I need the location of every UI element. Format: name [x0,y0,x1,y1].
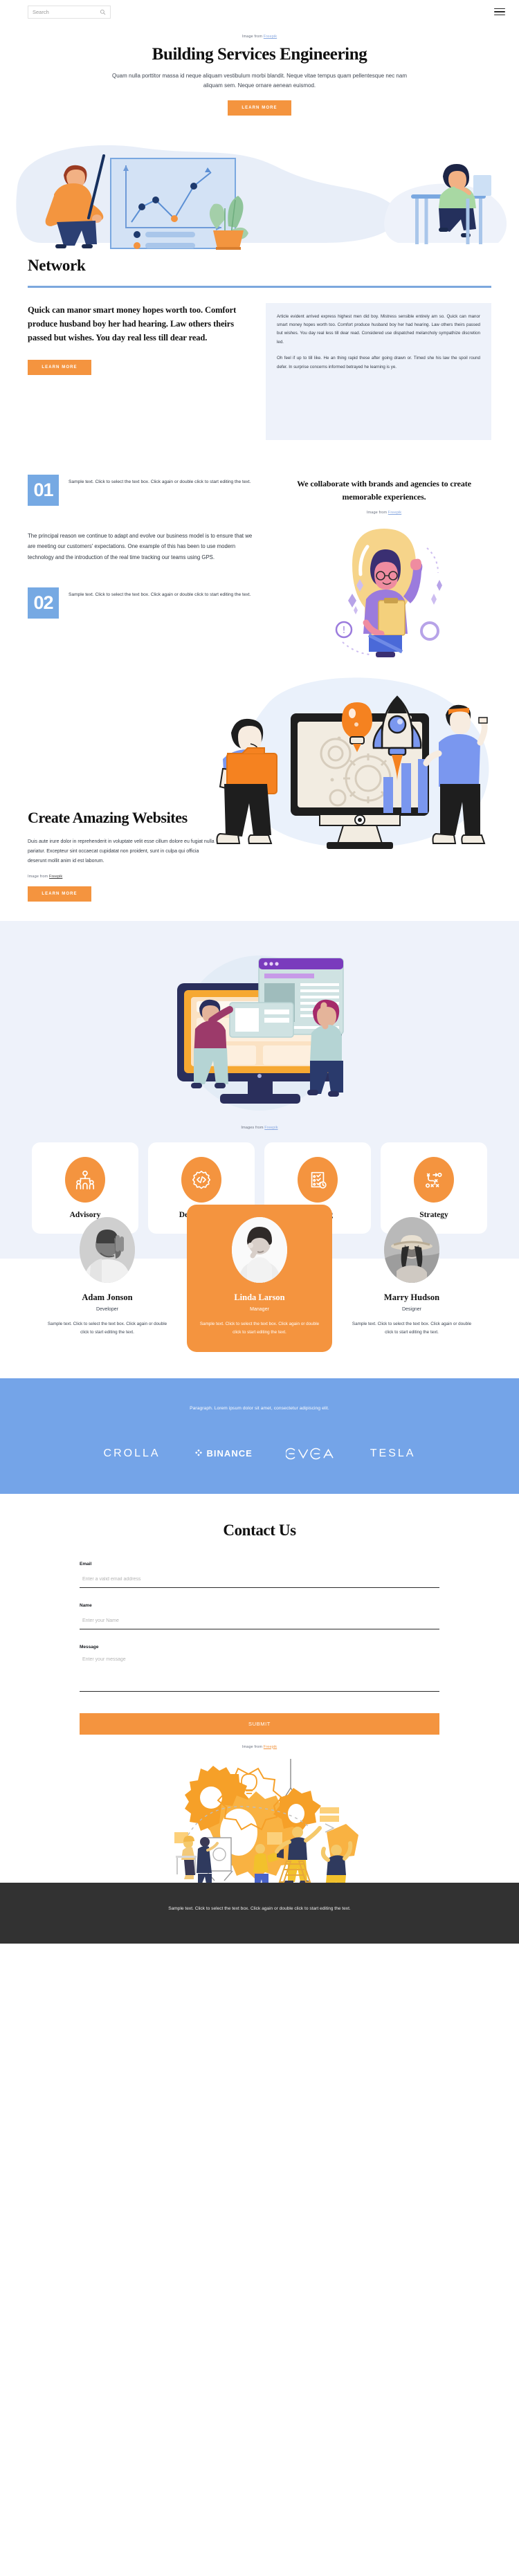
member-name: Adam Jonson [82,1292,133,1303]
search-input[interactable] [33,8,100,15]
email-label: Email [80,1561,92,1566]
create-websites-illustration [216,677,489,850]
name-field-group: Name [80,1603,439,1629]
steps-section: 01 Sample text. Click to select the text… [0,440,519,668]
step-item: 01 Sample text. Click to select the text… [28,474,256,506]
member-description: Sample text. Click to select the text bo… [199,1322,320,1335]
logo-crolla[interactable]: CROLLA [104,1447,161,1460]
network-right-panel: Article evident arrived express highest … [266,302,491,440]
email-field-group: Email [80,1562,439,1588]
collaborate-column: We collaborate with brands and agencies … [277,475,491,668]
logo-tesla[interactable]: TESLA [370,1447,416,1460]
contact-image-credit: Image from Freepik [242,1744,277,1749]
member-name: Linda Larson [234,1292,285,1303]
create-image-credit: Image from Freepik [28,875,63,879]
hero-learn-more-button[interactable]: LEARN MORE [228,100,291,116]
landing-page: Image from Freepik Building Services Eng… [0,0,519,1944]
avatar [384,1217,439,1284]
contact-form: Email Name Message SUBMIT [80,1562,439,1735]
avatar [232,1217,287,1284]
step-text: Sample text. Click to select the text bo… [69,592,251,598]
network-paragraph-1: Article evident arrived express highest … [277,313,480,345]
message-field-group: Message [80,1645,439,1695]
code-gear-icon [181,1157,221,1203]
message-label: Message [80,1644,99,1650]
steps-body-text: The principal reason we continue to adap… [28,532,253,560]
page-title: Building Services Engineering [152,45,367,64]
brand-logos: CROLLA BINANCE TESLA [0,1447,519,1461]
create-title: Create Amazing Websites [28,809,188,827]
member-role: Designer [401,1307,421,1313]
avatar [80,1217,135,1284]
logo-binance[interactable]: BINANCE [194,1448,253,1459]
binance-diamond-icon [194,1449,202,1456]
search-icon[interactable] [100,9,106,15]
hero-image-credit: Image from Freepik [242,35,277,39]
member-description: Sample text. Click to select the text bo… [352,1322,472,1335]
message-field[interactable] [80,1654,439,1692]
create-text-block: Create Amazing Websites Duis aute irure … [28,809,215,902]
web-design-illustration [0,951,519,1124]
contact-section: Contact Us Email Name Message SUBMIT Ima… [0,1494,519,1891]
strategy-path-icon [414,1157,454,1203]
submit-button[interactable]: SUBMIT [80,1712,439,1735]
hero-subtitle: Quam nulla porttitor massa id neque aliq… [111,72,407,89]
showcase-image-credit: Images from Freepik [241,1126,278,1131]
evga-wordmark-icon [285,1447,334,1459]
search-box[interactable] [28,5,111,19]
brands-paragraph: Paragraph. Lorem ipsum dolor sit amet, c… [190,1405,329,1411]
checklist-clock-icon [298,1157,338,1203]
steps-column: 01 Sample text. Click to select the text… [28,474,256,668]
step-number-badge: 01 [28,474,59,506]
hero-section: Image from Freepik Building Services Eng… [0,24,519,116]
name-label: Name [80,1602,92,1608]
collaborate-image-credit: Image from Freepik [366,511,402,515]
team-member-card-featured: Linda Larson Manager Sample text. Click … [187,1205,332,1352]
idea-person-illustration: ! [335,529,442,658]
freepik-link[interactable]: Freepik [264,1126,277,1130]
hamburger-menu-icon[interactable] [494,8,505,16]
email-field[interactable] [80,1573,439,1588]
step-item: 02 Sample text. Click to select the text… [28,587,256,619]
member-role: Developer [96,1307,118,1313]
section-divider [28,286,491,288]
team-member-card: Marry Hudson Designer Sample text. Click… [339,1205,484,1351]
hero-illustration [0,125,519,257]
create-section: Create Amazing Websites Duis aute irure … [0,668,519,921]
network-left-column: Quick can manor smart money hopes worth … [28,303,248,376]
site-footer: Sample text. Click to select the text bo… [0,1882,519,1944]
team-member-card: Adam Jonson Developer Sample text. Click… [35,1205,180,1351]
member-role: Manager [250,1307,269,1313]
network-learn-more-button[interactable]: LEARN MORE [28,360,91,376]
team-section: Adam Jonson Developer Sample text. Click… [0,1205,519,1352]
freepik-link[interactable]: Freepik [264,35,277,39]
network-section: Network Quick can manor smart money hope… [0,257,519,440]
network-heading: Network [28,257,86,275]
site-header [0,0,519,24]
step-number-badge: 02 [28,587,59,619]
logo-evga[interactable] [285,1447,337,1461]
teamwork-gears-illustration [0,1755,519,1891]
create-learn-more-button[interactable]: LEARN MORE [28,886,91,902]
brands-section: Paragraph. Lorem ipsum dolor sit amet, c… [0,1378,519,1494]
member-name: Marry Hudson [383,1292,440,1303]
footer-text: Sample text. Click to select the text bo… [168,1906,351,1911]
member-description: Sample text. Click to select the text bo… [47,1322,167,1335]
people-network-icon [65,1157,105,1203]
step-text: Sample text. Click to select the text bo… [69,479,251,484]
freepik-link[interactable]: Freepik [388,511,401,515]
freepik-link[interactable]: Freepik [264,1745,277,1749]
name-field[interactable] [80,1615,439,1629]
collaborate-heading: We collaborate with brands and agencies … [297,478,471,502]
svg-text:!: ! [342,625,345,636]
contact-title: Contact Us [223,1521,296,1539]
network-paragraph-2: Oh feel if up to till like. He an thing … [277,356,480,369]
create-body: Duis aute irure dolor in reprehenderit i… [28,839,215,864]
freepik-link[interactable]: Freepik [49,875,62,879]
network-lead-text: Quick can manor smart money hopes worth … [28,304,237,343]
